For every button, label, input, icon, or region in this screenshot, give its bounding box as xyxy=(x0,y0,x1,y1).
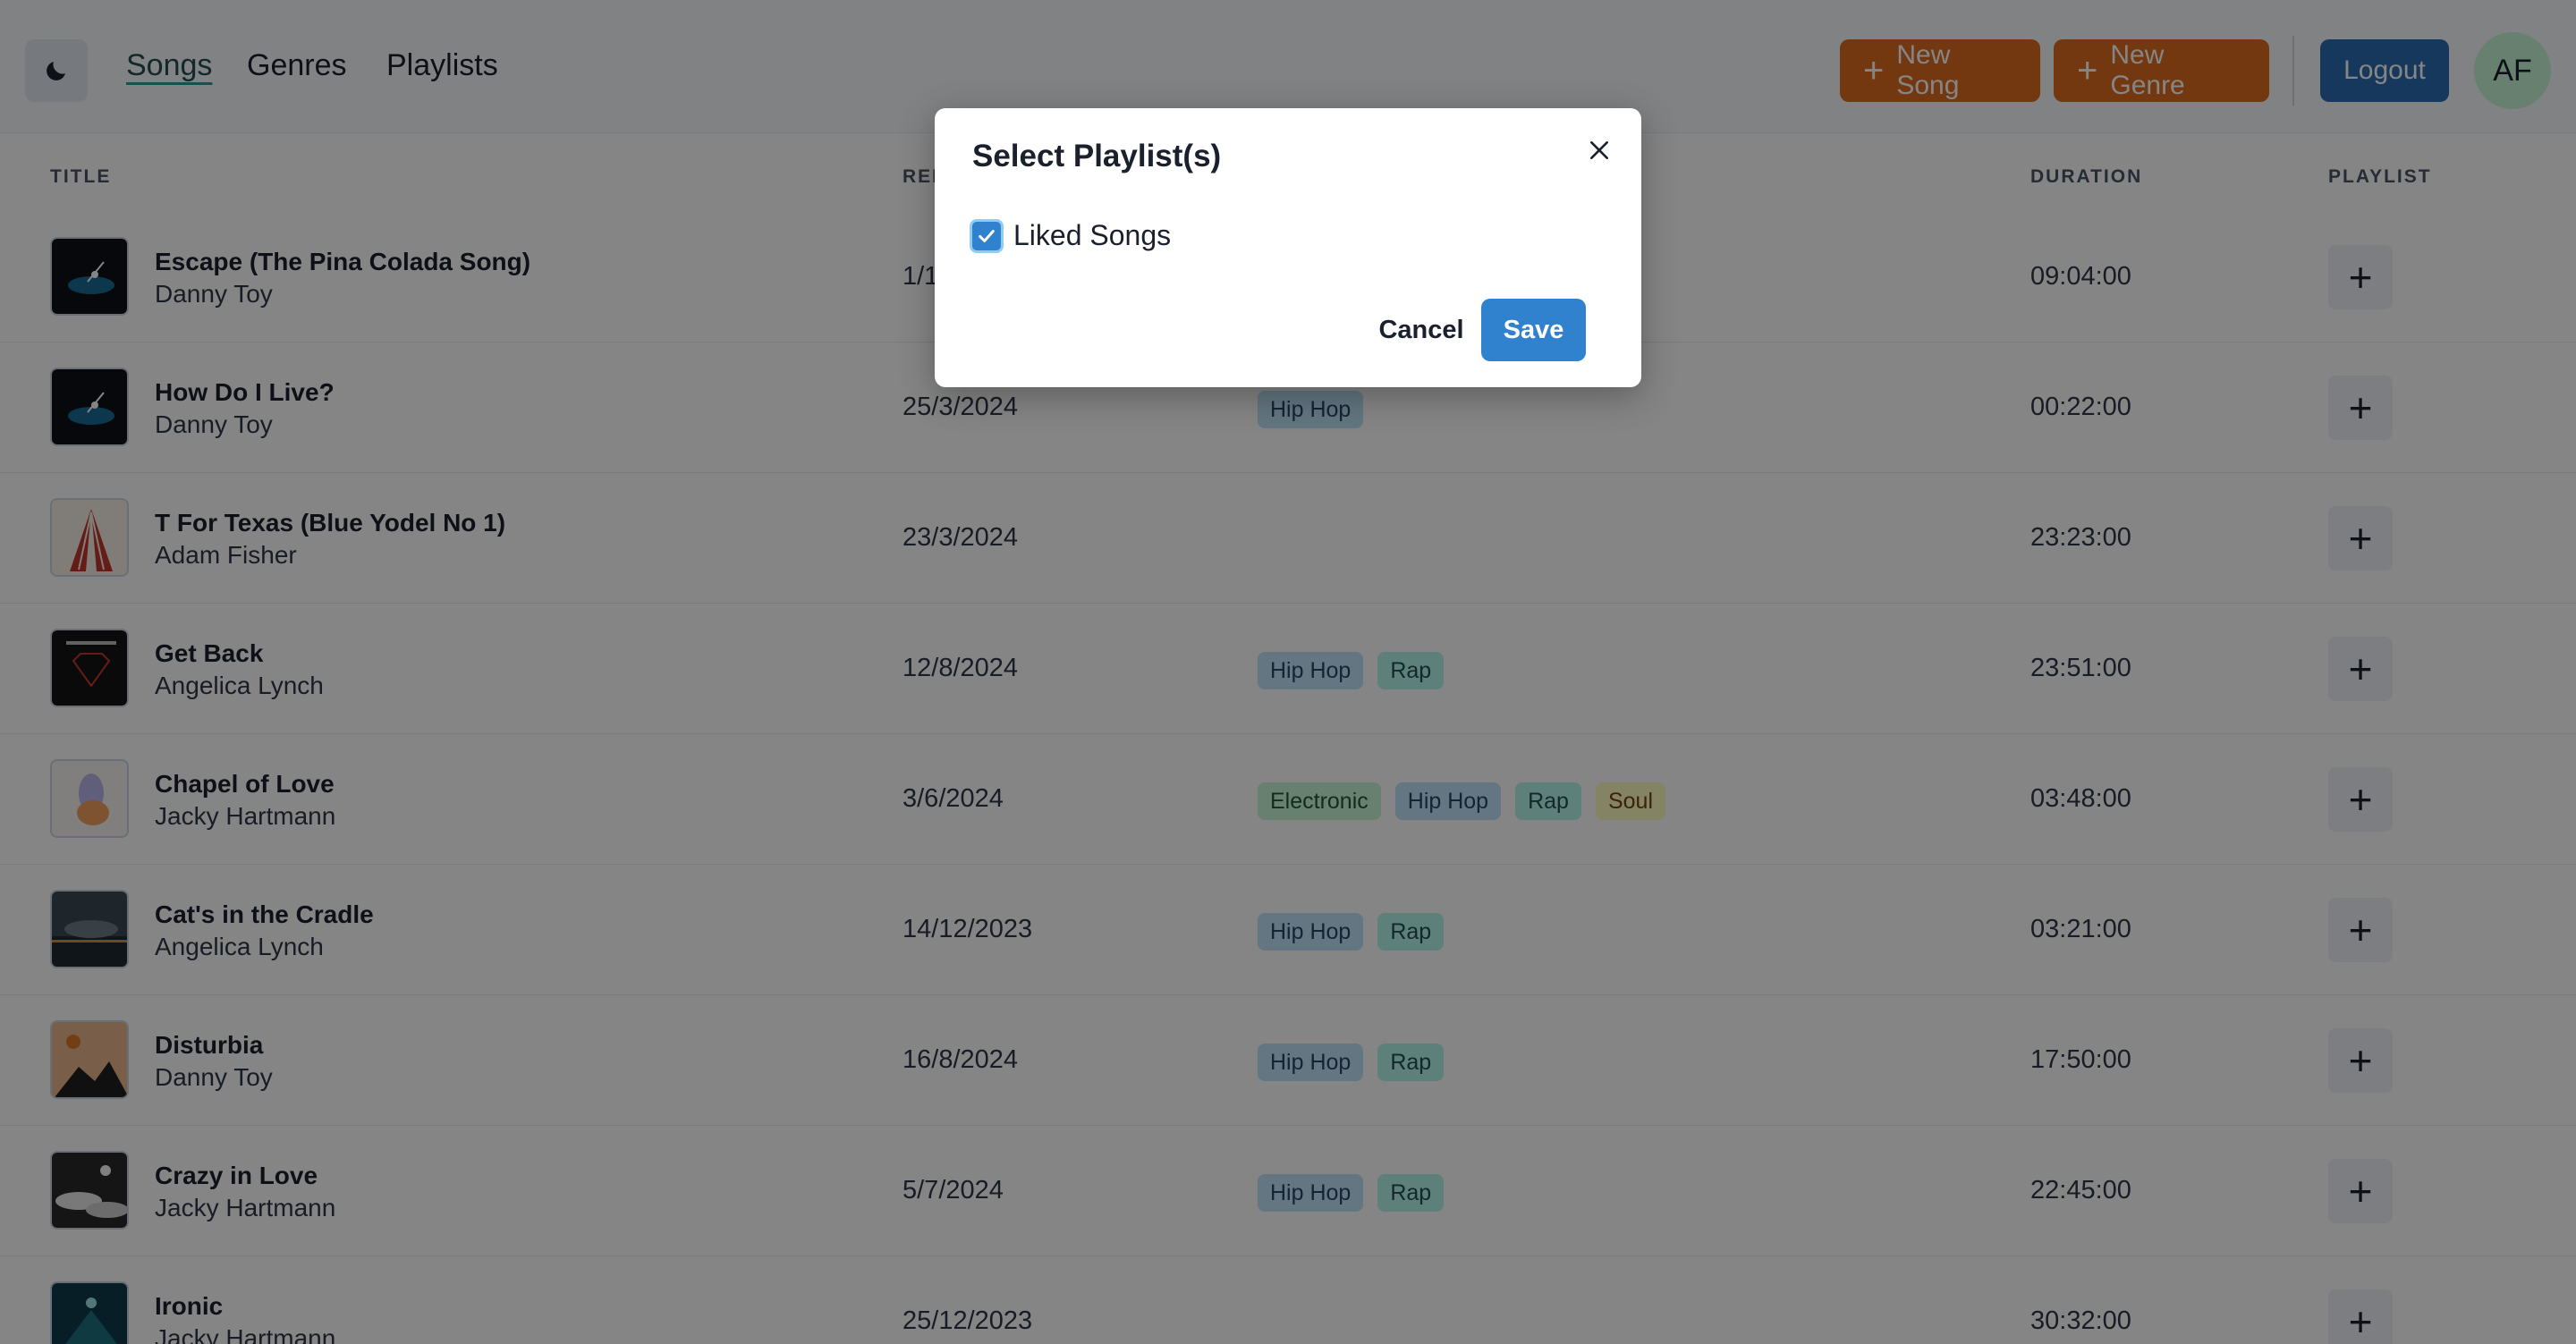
cancel-button[interactable]: Cancel xyxy=(1368,299,1475,361)
close-icon xyxy=(1590,141,1608,159)
liked-songs-checkbox[interactable] xyxy=(972,221,1001,250)
playlist-option-liked-songs[interactable]: Liked Songs xyxy=(972,219,1171,252)
save-button[interactable]: Save xyxy=(1481,299,1586,361)
liked-songs-label: Liked Songs xyxy=(1013,219,1172,251)
select-playlist-dialog: Select Playlist(s) Liked Songs Cancel Sa… xyxy=(935,108,1641,387)
dialog-title: Select Playlist(s) xyxy=(972,139,1222,173)
close-button[interactable] xyxy=(1579,130,1620,171)
checkmark-icon xyxy=(979,229,995,242)
